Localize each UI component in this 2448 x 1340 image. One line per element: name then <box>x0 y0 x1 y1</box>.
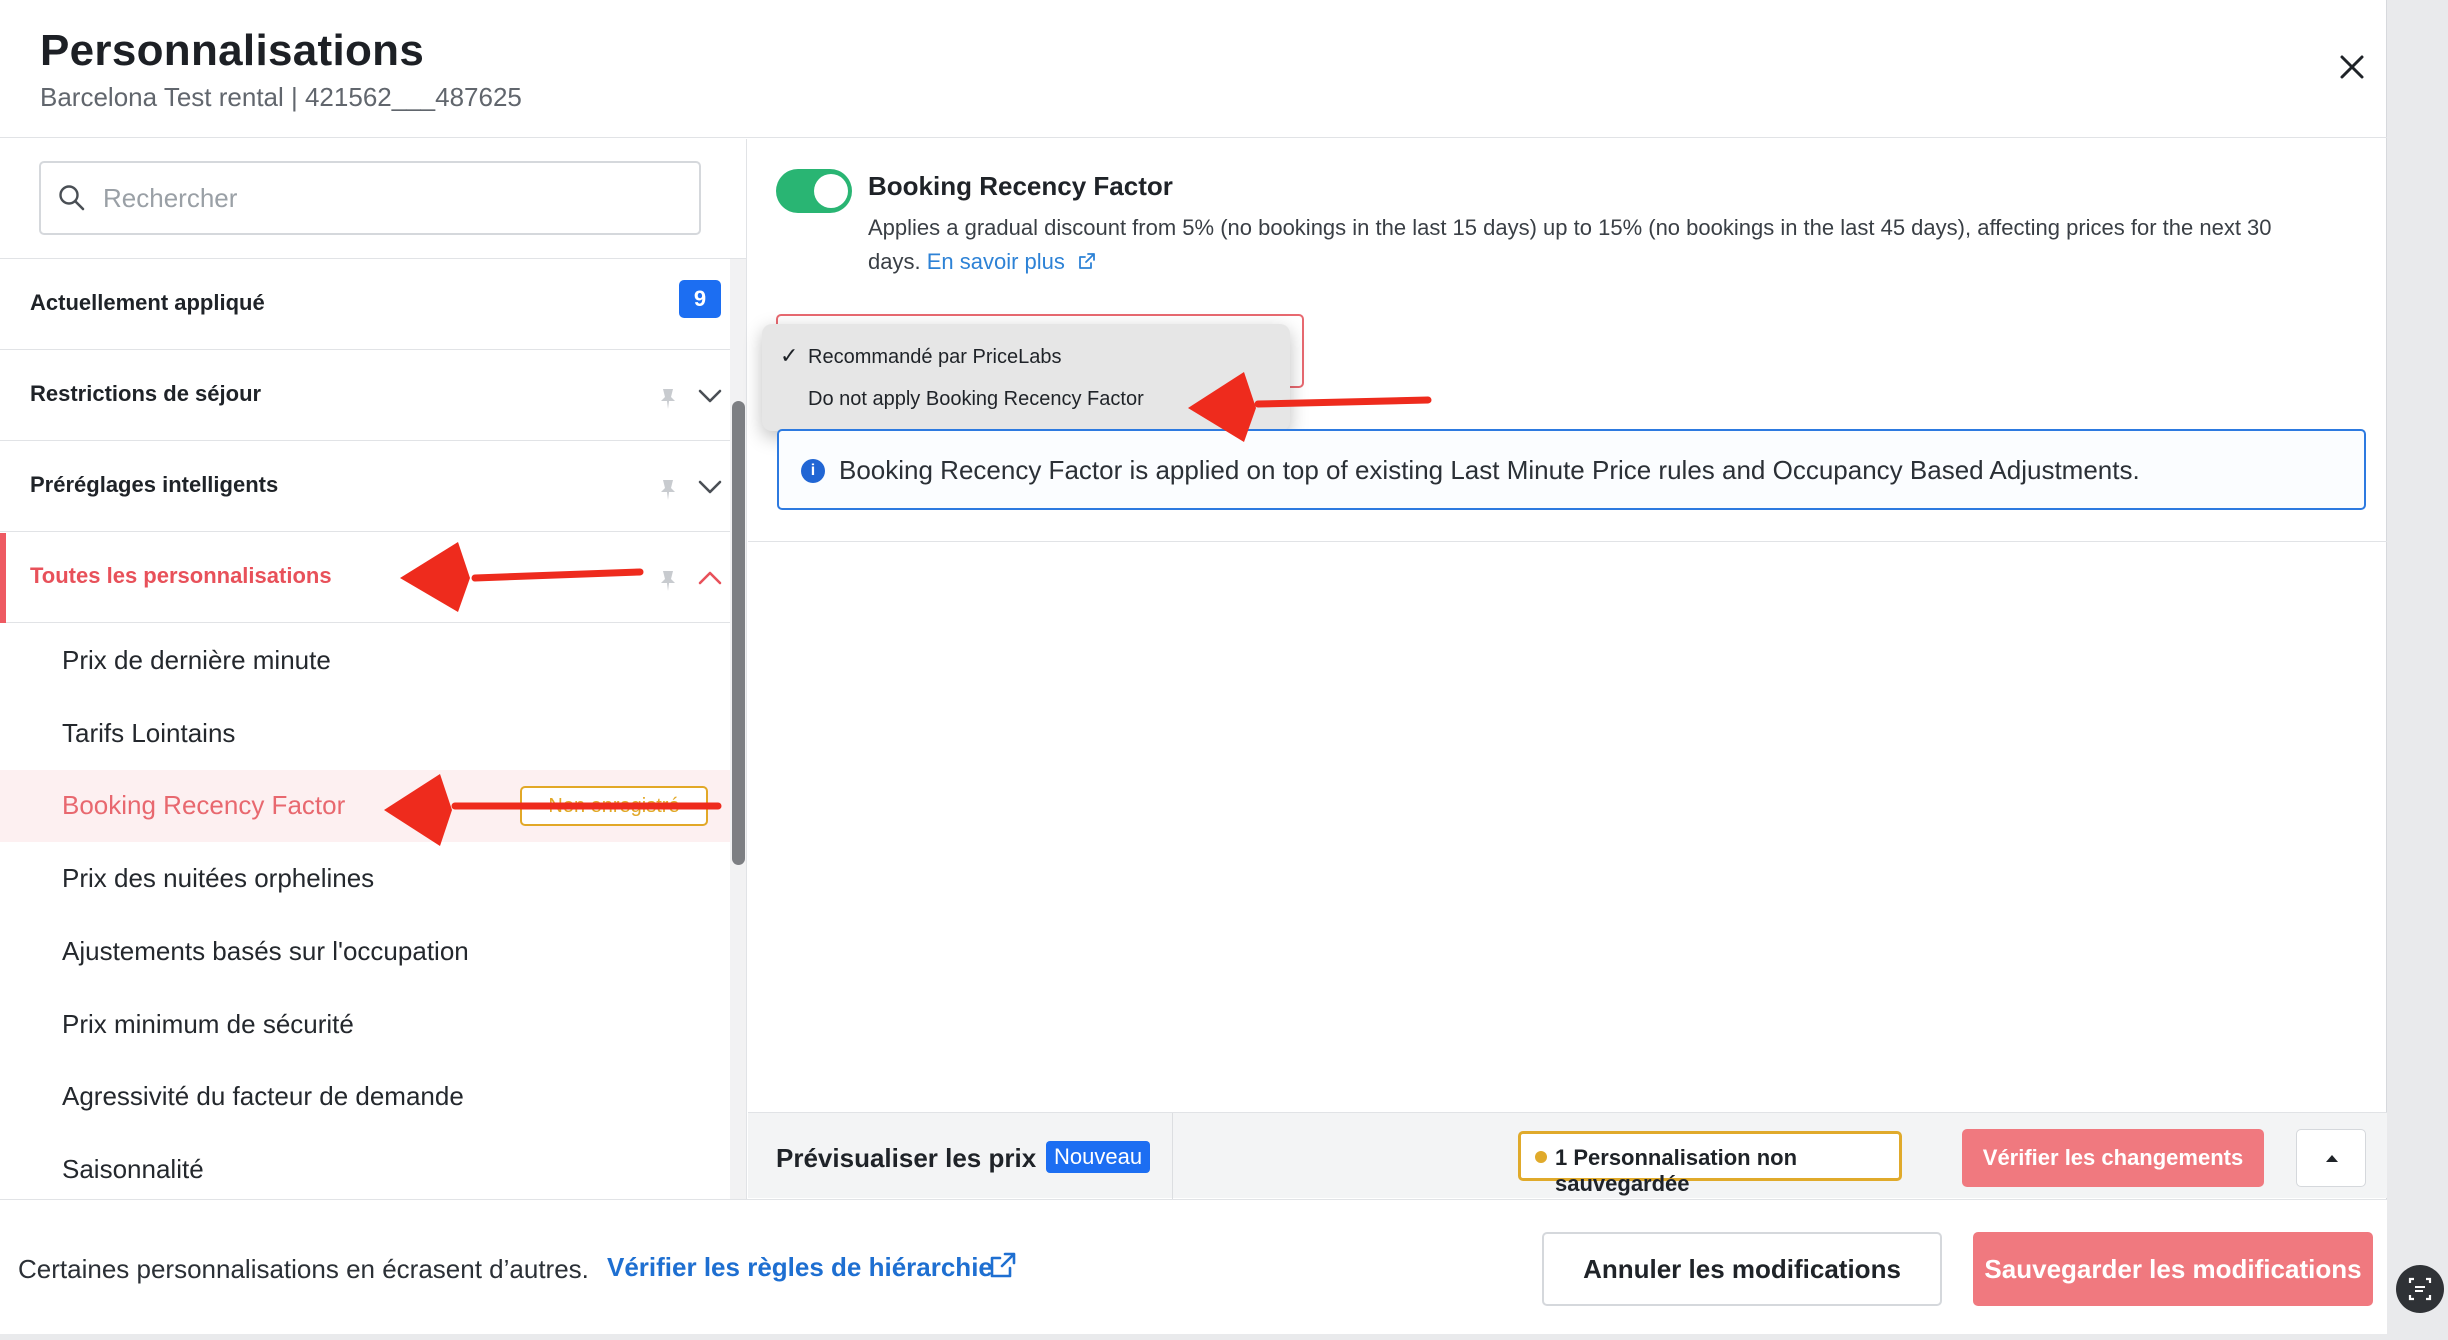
section-smart-presets[interactable]: Préréglages intelligents <box>0 442 730 532</box>
pin-icon[interactable] <box>658 387 678 411</box>
unsaved-count-text: 1 Personnalisation non sauvegardée <box>1555 1145 1798 1196</box>
chevron-down-icon[interactable] <box>697 478 723 496</box>
expand-button[interactable] <box>2296 1129 2366 1187</box>
preview-bar: Prévisualiser les prix Nouveau 1 Personn… <box>748 1112 2387 1199</box>
sidebar-item-minimum-price[interactable]: Prix minimum de sécurité <box>0 989 730 1061</box>
page-title: Personnalisations <box>40 26 425 75</box>
chevron-down-icon[interactable] <box>697 387 723 405</box>
sidebar-item-far-out[interactable]: Tarifs Lointains <box>0 698 730 770</box>
sidebar-item-occupancy[interactable]: Ajustements basés sur l'occupation <box>0 916 730 988</box>
cancel-changes-button[interactable]: Annuler les modifications <box>1542 1232 1942 1306</box>
sidebar-item-last-minute[interactable]: Prix de dernière minute <box>0 625 730 697</box>
sidebar-item-label: Saisonnalité <box>62 1154 204 1184</box>
pin-icon[interactable] <box>658 569 678 593</box>
count-badge: 9 <box>679 280 721 318</box>
page-subtitle: Barcelona Test rental | 421562___487625 <box>40 82 522 112</box>
sidebar-scrollbar[interactable] <box>730 259 746 1199</box>
chevron-up-icon[interactable] <box>697 569 723 587</box>
close-icon <box>2340 55 2364 79</box>
external-link-icon[interactable] <box>988 1250 1018 1280</box>
modal-footer: Certaines personnalisations en écrasent … <box>0 1199 2387 1334</box>
section-currently-applied[interactable]: Actuellement appliqué 9 <box>0 260 730 350</box>
save-changes-button[interactable]: Sauvegarder les modifications <box>1973 1232 2373 1306</box>
strategy-dropdown-menu: ✓ Recommandé par PriceLabs Do not apply … <box>762 324 1290 431</box>
info-text: Booking Recency Factor is applied on top… <box>839 455 2140 485</box>
modal-header: Personnalisations Barcelona Test rental … <box>0 0 2387 138</box>
option-do-not-apply[interactable]: Do not apply Booking Recency Factor <box>762 378 1290 418</box>
hierarchy-note: Certaines personnalisations en écrasent … <box>18 1254 589 1284</box>
learn-more-label: En savoir plus <box>926 249 1065 274</box>
assistant-fab-button[interactable] <box>2396 1265 2444 1313</box>
new-badge: Nouveau <box>1046 1141 1151 1173</box>
customization-description: Applies a gradual discount from 5% (no b… <box>868 211 2328 279</box>
search-input[interactable] <box>103 175 683 221</box>
preview-prices-label[interactable]: Prévisualiser les prix <box>776 1143 1036 1174</box>
hierarchy-rules-link[interactable]: Vérifier les règles de hiérarchie <box>607 1252 993 1283</box>
section-label: Actuellement appliqué <box>30 290 265 315</box>
section-label: Toutes les personnalisations <box>30 563 332 588</box>
scrollbar-thumb[interactable] <box>732 401 745 865</box>
preview-separator <box>1172 1113 1173 1199</box>
search-area <box>0 139 746 259</box>
sidebar-item-booking-recency[interactable]: Booking Recency Factor Non enregistré <box>0 770 730 842</box>
content-divider <box>748 541 2387 542</box>
close-button[interactable] <box>2332 47 2372 87</box>
warning-dot-icon <box>1535 1151 1547 1163</box>
sidebar: Actuellement appliqué 9 Restrictions de … <box>0 139 747 1199</box>
unsaved-count-pill: 1 Personnalisation non sauvegardée <box>1518 1131 1902 1196</box>
sidebar-item-label: Booking Recency Factor <box>62 790 346 820</box>
sidebar-item-demand-factor[interactable]: Agressivité du facteur de demande <box>0 1061 730 1133</box>
sidebar-item-label: Tarifs Lointains <box>62 718 236 748</box>
section-stay-restrictions[interactable]: Restrictions de séjour <box>0 351 730 441</box>
scan-icon <box>2408 1277 2432 1301</box>
search-box[interactable] <box>39 161 701 235</box>
pin-icon[interactable] <box>658 478 678 502</box>
checkmark-icon: ✓ <box>780 343 799 368</box>
customization-title: Booking Recency Factor <box>868 171 1173 201</box>
verify-changes-button[interactable]: Vérifier les changements <box>1962 1129 2264 1187</box>
enable-toggle[interactable] <box>776 169 852 213</box>
learn-more-link[interactable]: En savoir plus <box>927 249 1097 274</box>
option-label: Recommandé par PriceLabs <box>808 346 1062 368</box>
sidebar-item-orphan-nights[interactable]: Prix des nuitées orphelines <box>0 843 730 915</box>
unsaved-tag: Non enregistré <box>520 786 708 826</box>
info-banner: i Booking Recency Factor is applied on t… <box>777 429 2366 510</box>
section-label: Préréglages intelligents <box>30 472 279 497</box>
sidebar-item-label: Agressivité du facteur de demande <box>62 1081 464 1111</box>
sidebar-item-label: Ajustements basés sur l'occupation <box>62 936 469 966</box>
info-icon: i <box>801 459 825 483</box>
option-label: Do not apply Booking Recency Factor <box>808 388 1144 410</box>
external-link-icon <box>1079 253 1095 269</box>
search-icon <box>59 185 85 211</box>
section-label: Restrictions de séjour <box>30 381 262 406</box>
sidebar-item-label: Prix de dernière minute <box>62 645 331 675</box>
sidebar-item-label: Prix minimum de sécurité <box>62 1009 354 1039</box>
toggle-knob <box>814 174 848 208</box>
caret-up-icon <box>2326 1155 2338 1162</box>
sidebar-item-label: Prix des nuitées orphelines <box>62 863 375 893</box>
option-recommended[interactable]: ✓ Recommandé par PriceLabs <box>762 336 1290 376</box>
sidebar-item-seasonality[interactable]: Saisonnalité <box>0 1134 730 1199</box>
customization-panel: Booking Recency Factor Applies a gradual… <box>748 139 2387 1109</box>
customizations-modal: Personnalisations Barcelona Test rental … <box>0 0 2387 1334</box>
section-all-customizations[interactable]: Toutes les personnalisations <box>0 533 730 623</box>
